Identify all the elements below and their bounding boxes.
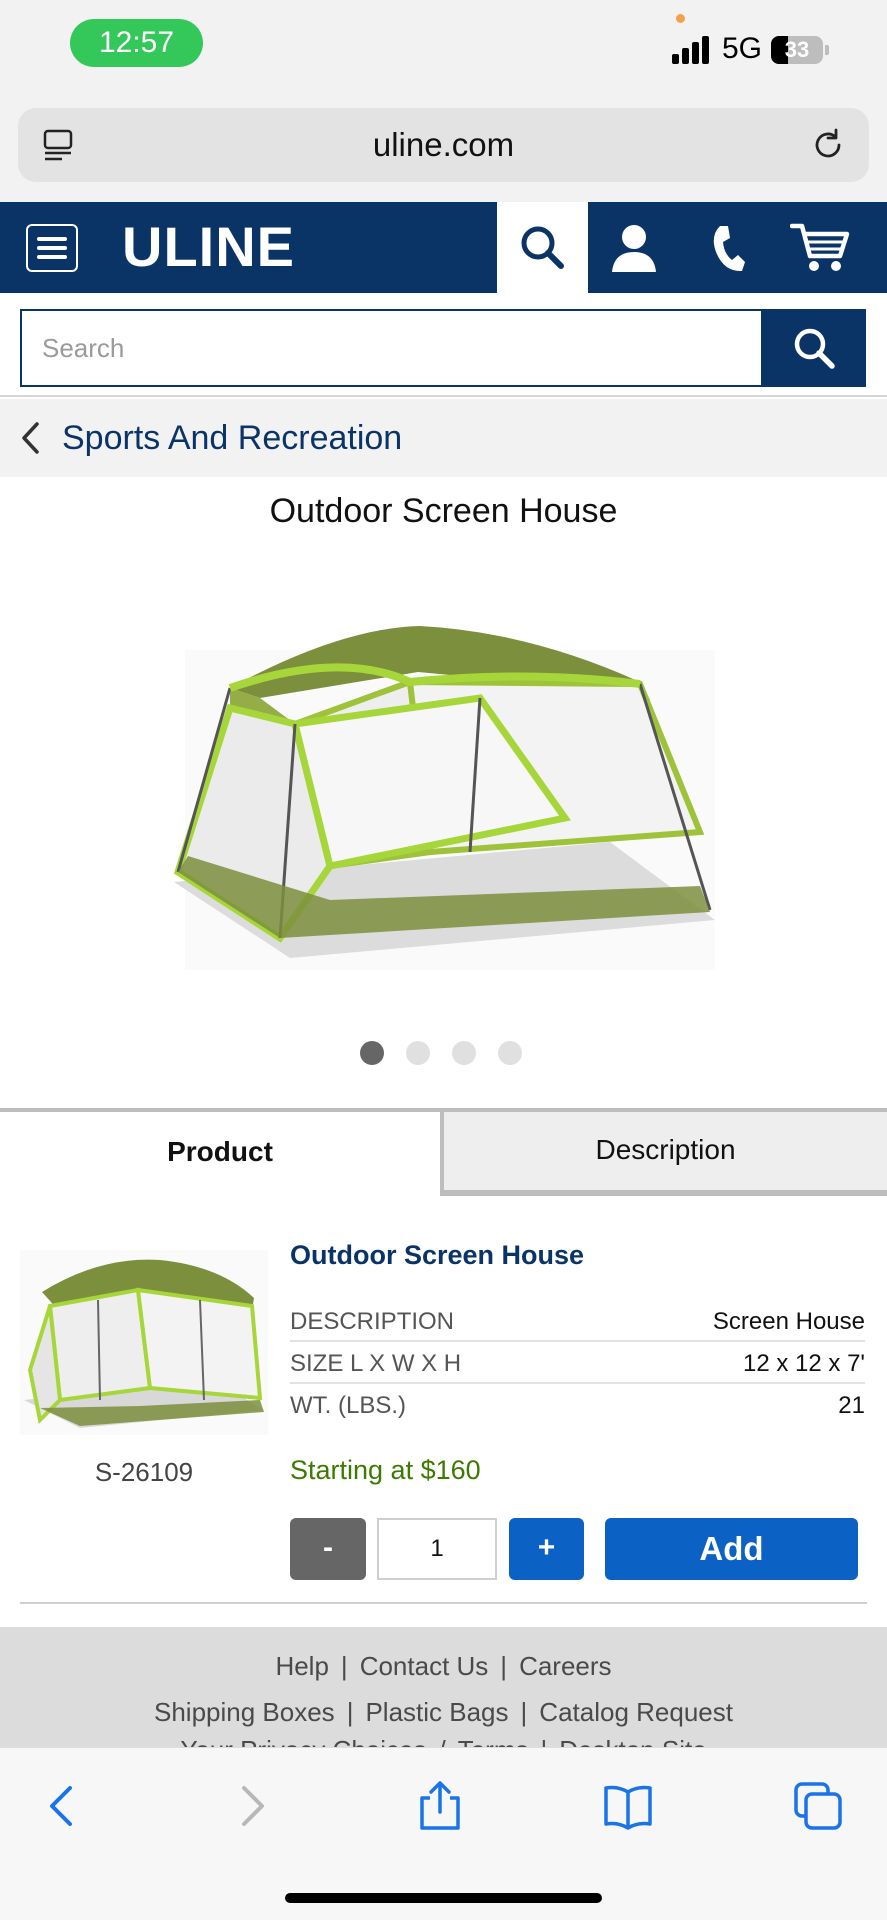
footer-separator: |	[500, 1651, 508, 1681]
account-icon[interactable]	[609, 222, 659, 274]
share-icon[interactable]	[414, 1780, 466, 1832]
search-icon	[794, 328, 835, 369]
carousel-dot[interactable]	[406, 1041, 430, 1065]
quantity-input[interactable]	[377, 1518, 497, 1580]
footer-link-plastic-bags[interactable]: Plastic Bags	[365, 1697, 508, 1727]
add-to-cart-button[interactable]: Add	[605, 1518, 858, 1580]
hamburger-menu-icon[interactable]	[26, 224, 78, 272]
carousel-dot[interactable]	[498, 1041, 522, 1065]
spec-key: WT. (LBS.)	[290, 1392, 407, 1419]
breadcrumb-label[interactable]: Sports And Recreation	[62, 419, 402, 458]
search-row	[0, 293, 887, 397]
product-sku: S-26109	[94, 1457, 194, 1487]
footer-separator: |	[520, 1697, 528, 1727]
battery-icon: 33	[771, 36, 823, 64]
product-price: Starting at $160	[290, 1455, 481, 1485]
search-icon	[521, 226, 564, 269]
product-tabs: Product Description	[0, 1108, 887, 1196]
product-name[interactable]: Outdoor Screen House	[290, 1240, 584, 1271]
tab-product[interactable]: Product	[0, 1108, 440, 1196]
chevron-left-icon	[22, 422, 39, 454]
spec-row: WT. (LBS.) 21	[290, 1385, 865, 1426]
bookmarks-icon[interactable]	[602, 1780, 654, 1832]
forward-icon[interactable]	[226, 1780, 278, 1832]
tab-description[interactable]: Description	[440, 1108, 887, 1196]
footer-separator: /	[426, 1735, 457, 1747]
spec-value: 12 x 12 x 7'	[743, 1350, 865, 1377]
footer-link-contact-us[interactable]: Contact Us	[360, 1651, 489, 1681]
spec-row: DESCRIPTION Screen House	[290, 1301, 865, 1342]
footer-separator: |	[529, 1735, 560, 1747]
browser-address-area: uline.com	[0, 100, 887, 202]
quantity-increment-button[interactable]: +	[509, 1518, 584, 1580]
breadcrumb[interactable]: Sports And Recreation	[0, 399, 887, 477]
reload-icon[interactable]	[809, 126, 847, 164]
footer-link-help[interactable]: Help	[275, 1651, 328, 1681]
site-header: ULINE	[0, 202, 887, 293]
footer-links-row: Shipping Boxes | Plastic Bags | Catalog Requ…	[0, 1697, 887, 1728]
footer-link-desktop-site[interactable]: Desktop Site	[559, 1735, 706, 1747]
tabs-icon[interactable]	[792, 1780, 844, 1832]
carousel-dot[interactable]	[452, 1041, 476, 1065]
status-bar: 12:57 5G 33	[0, 0, 887, 100]
carousel-dots	[360, 1041, 530, 1065]
carousel-dot[interactable]	[360, 1041, 384, 1065]
privacy-indicator-dot	[676, 14, 685, 23]
spec-row: SIZE L X W X H 12 x 12 x 7'	[290, 1343, 865, 1384]
phone-icon[interactable]	[710, 224, 746, 274]
search-button[interactable]	[761, 309, 866, 387]
spec-key: SIZE L X W X H	[290, 1350, 462, 1377]
cart-icon[interactable]	[790, 222, 850, 274]
product-image[interactable]	[170, 620, 730, 1000]
footer-link-terms[interactable]: Terms	[458, 1735, 529, 1747]
footer-link-careers[interactable]: Careers	[519, 1651, 611, 1681]
search-input[interactable]	[20, 309, 761, 387]
footer-links-row: Your Privacy Choices/Terms|Desktop Site	[0, 1735, 887, 1747]
signal-icon	[672, 36, 714, 64]
uline-logo[interactable]: ULINE	[122, 214, 295, 279]
spec-key: DESCRIPTION	[290, 1308, 455, 1335]
footer-separator: |	[340, 1651, 348, 1681]
battery-level: 33	[784, 37, 810, 62]
back-icon[interactable]	[36, 1780, 88, 1832]
divider	[20, 1602, 867, 1604]
quantity-decrement-button[interactable]: -	[290, 1518, 366, 1580]
site-footer: Help | Contact Us | Careers Shipping Boxes | P…	[0, 1627, 887, 1747]
spec-value: Screen House	[712, 1308, 865, 1335]
footer-links-row: Help | Contact Us | Careers	[0, 1651, 887, 1682]
url-text[interactable]: uline.com	[18, 126, 869, 164]
address-bar[interactable]: uline.com	[18, 108, 869, 182]
spec-value: 21	[838, 1392, 865, 1419]
network-type: 5G	[722, 32, 763, 65]
footer-link-privacy-choices[interactable]: Your Privacy Choices	[180, 1735, 426, 1747]
status-time: 12:57	[70, 19, 203, 67]
header-search-tab[interactable]	[497, 202, 588, 293]
product-thumbnail[interactable]	[20, 1250, 268, 1435]
page-title: Outdoor Screen House	[269, 492, 618, 530]
footer-link-shipping-boxes[interactable]: Shipping Boxes	[154, 1697, 335, 1727]
footer-separator: |	[346, 1697, 354, 1727]
home-indicator	[285, 1893, 602, 1903]
footer-link-catalog-request[interactable]: Catalog Request	[539, 1697, 733, 1727]
battery-tip	[825, 45, 829, 55]
